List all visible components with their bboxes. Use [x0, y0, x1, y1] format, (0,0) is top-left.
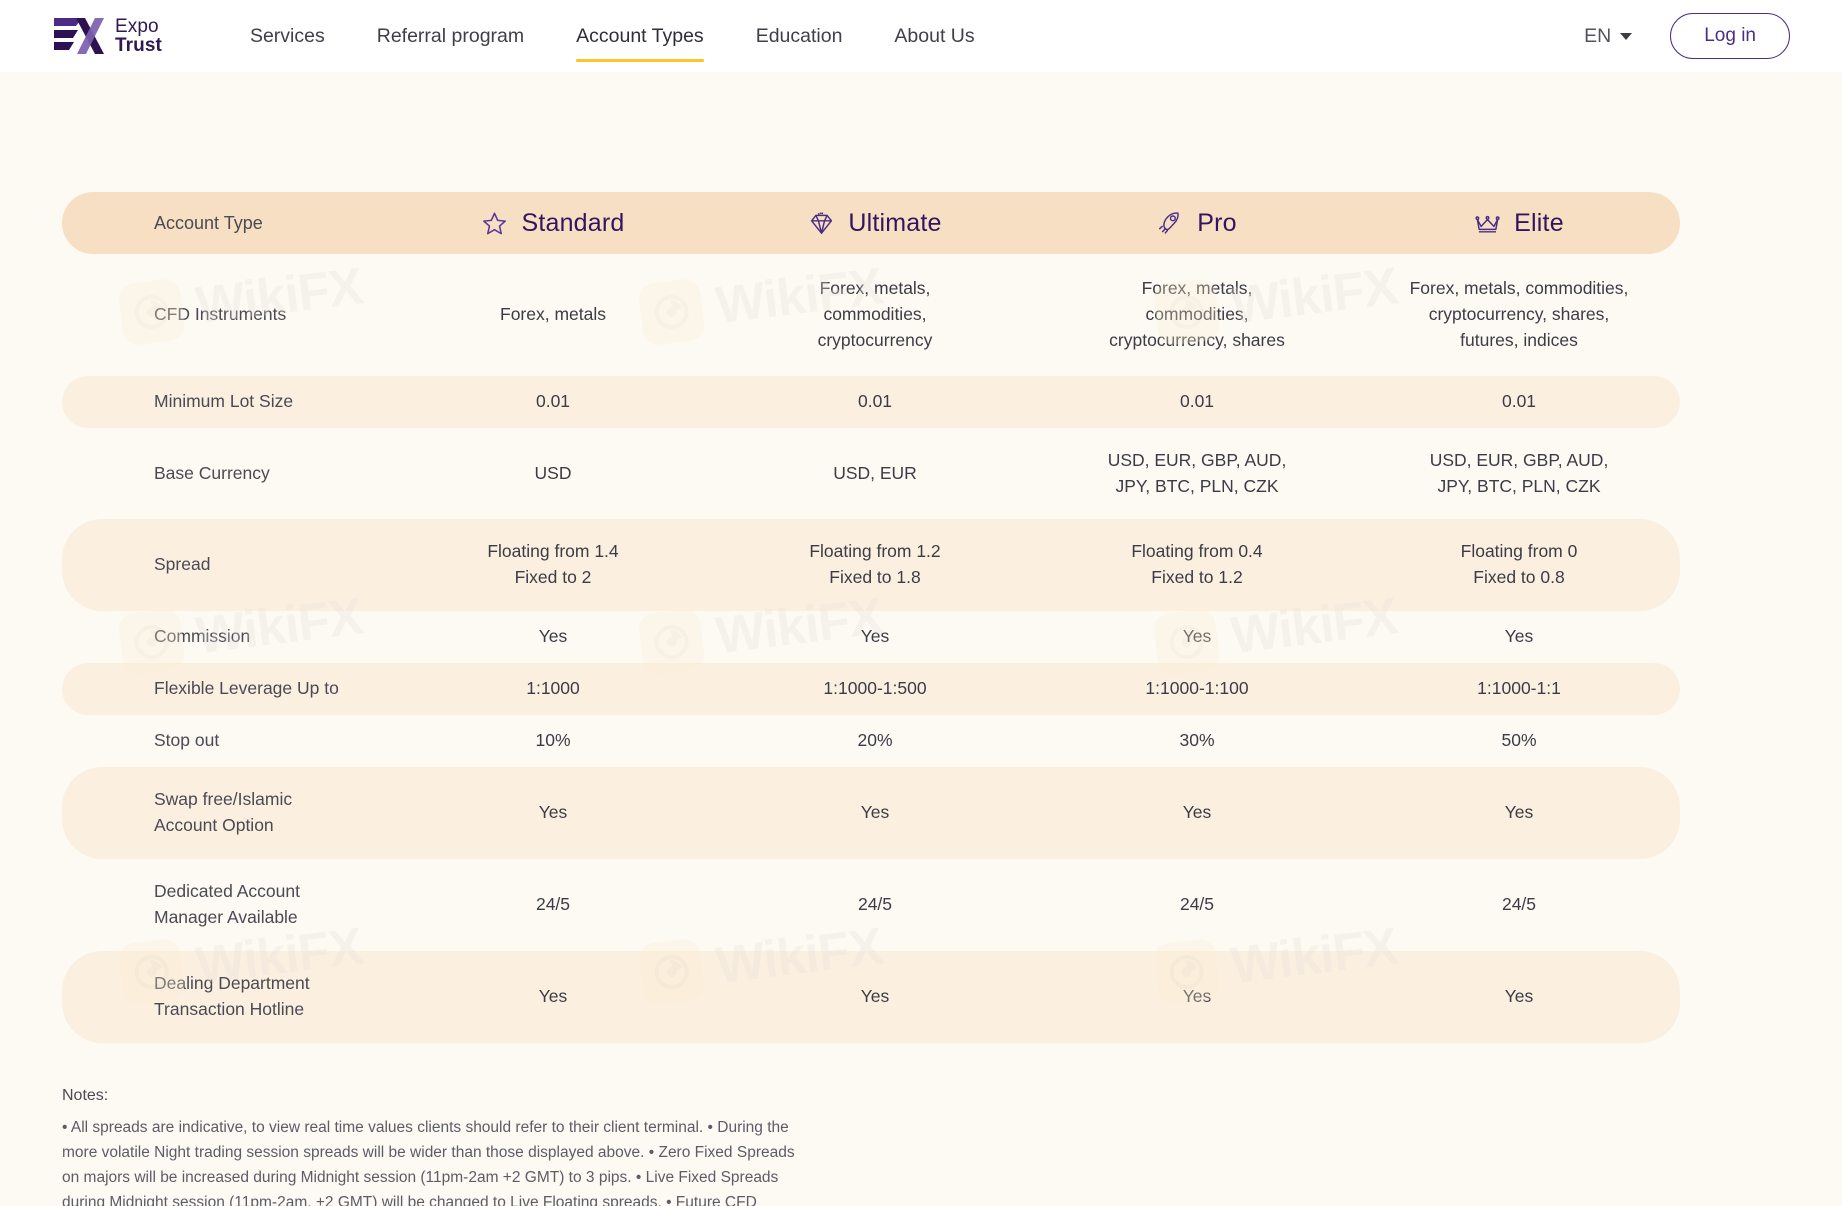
row-value-standard: USD — [534, 462, 572, 483]
ex-monogram-logo-icon — [54, 18, 104, 54]
notes-section: Notes: • All spreads are indicative, to … — [62, 1087, 1702, 1206]
plan-name-standard: Standard — [521, 208, 625, 237]
main-content: Account Type Standard Ultimate Pro Elite… — [0, 72, 1842, 1206]
main-navigation: Services Referral program Account Types … — [224, 21, 1001, 62]
table-row: Swap free/Islamic Account Option Yes Yes Yes… — [62, 767, 1680, 860]
notes-body: • All spreads are indicative, to view re… — [62, 1118, 795, 1206]
row-label: Stop out — [154, 730, 220, 751]
row-label: Dedicated Account Manager Available — [154, 881, 300, 927]
table-row: Dedicated Account Manager Available 24/5 24… — [62, 859, 1680, 951]
row-value-ultimate: 24/5 — [857, 893, 893, 914]
nav-item-account-types[interactable]: Account Types — [550, 21, 730, 62]
plan-column-elite[interactable]: Elite — [1358, 205, 1680, 242]
row-value-ultimate: Yes — [860, 985, 890, 1006]
row-label: Commission — [154, 626, 251, 647]
row-label: Flexible Leverage Up to — [154, 678, 339, 699]
row-value-elite: Yes — [1504, 802, 1534, 823]
chevron-down-icon — [1620, 32, 1633, 40]
header-actions: EN Log in — [1584, 13, 1790, 59]
diamond-icon — [811, 211, 833, 234]
nav-item-education[interactable]: Education — [730, 21, 869, 52]
nav-item-services[interactable]: Services — [224, 21, 351, 52]
row-value-ultimate: Yes — [860, 626, 890, 647]
row-value-pro: 1:1000-1:100 — [1145, 678, 1249, 699]
row-value-elite: Yes — [1504, 985, 1534, 1006]
row-value-elite: Yes — [1504, 626, 1534, 647]
row-value-standard: Yes — [538, 802, 568, 823]
row-value-ultimate: 0.01 — [857, 390, 893, 411]
row-value-pro: Yes — [1182, 626, 1212, 647]
row-value-elite: 0.01 — [1501, 390, 1537, 411]
row-value-standard: Yes — [538, 985, 568, 1006]
brand-line-2: Trust — [115, 35, 162, 56]
table-row: Minimum Lot Size 0.01 0.01 0.01 0.01 — [62, 375, 1680, 428]
table-row: Stop out 10% 20% 30% 50% — [62, 715, 1680, 767]
row-value-pro: Yes — [1182, 985, 1212, 1006]
row-label: Spread — [154, 554, 211, 575]
row-value-standard: Floating from 1.4 Fixed to 2 — [487, 541, 619, 588]
brand-logo[interactable]: Expo Trust — [52, 15, 162, 57]
crown-icon — [1475, 215, 1500, 233]
row-value-pro: 30% — [1179, 730, 1215, 751]
row-value-standard: 10% — [535, 730, 571, 751]
plan-name-ultimate: Ultimate — [848, 208, 942, 237]
row-label: CFD Instruments — [154, 303, 287, 324]
row-value-elite: Floating from 0 Fixed to 0.8 — [1460, 541, 1578, 588]
row-value-ultimate: 1:1000-1:500 — [823, 678, 927, 699]
notes-title: Notes: — [62, 1086, 109, 1104]
table-row: CFD Instruments Forex, metals Forex, metal… — [62, 254, 1680, 376]
row-value-ultimate: Yes — [860, 802, 890, 823]
plan-column-pro[interactable]: Pro — [1036, 205, 1358, 242]
row-value-standard: Yes — [538, 626, 568, 647]
row-value-standard: 24/5 — [535, 893, 571, 914]
table-header-row: Account Type Standard Ultimate Pro Elite — [62, 192, 1680, 254]
table-header-label: Account Type — [154, 212, 263, 233]
table-row: Base Currency USD USD, EUR USD, EUR, GBP, A… — [62, 428, 1680, 520]
plan-name-elite: Elite — [1514, 208, 1564, 237]
row-value-pro: USD, EUR, GBP, AUD, JPY, BTC, PLN, CZK — [1107, 449, 1287, 496]
row-label: Dealing Department Transaction Hotline — [154, 972, 310, 1019]
row-value-ultimate: 20% — [857, 730, 893, 751]
language-label: EN — [1584, 24, 1612, 47]
row-value-ultimate: Forex, metals, commodities, cryptocurrency — [817, 278, 933, 350]
row-value-ultimate: USD, EUR — [833, 462, 917, 483]
plan-column-ultimate[interactable]: Ultimate — [714, 205, 1036, 242]
row-label: Base Currency — [154, 462, 270, 483]
plan-column-standard[interactable]: Standard — [392, 205, 714, 242]
row-value-standard: Forex, metals — [500, 303, 606, 324]
brand-line-1: Expo — [115, 15, 159, 37]
table-row: Flexible Leverage Up to 1:1000 1:1000-1:50… — [62, 663, 1680, 716]
row-label: Minimum Lot Size — [154, 390, 294, 411]
row-value-elite: 50% — [1501, 730, 1537, 751]
table-row: Spread Floating from 1.4 Fixed to 2 Floatin… — [62, 519, 1680, 612]
row-value-pro: Yes — [1182, 802, 1212, 823]
nav-item-about-us[interactable]: About Us — [868, 21, 1000, 52]
language-selector[interactable]: EN — [1584, 24, 1633, 48]
row-value-elite: Forex, metals, commodities, cryptocurrenc… — [1409, 278, 1629, 350]
row-value-pro: 0.01 — [1179, 390, 1215, 411]
table-row: Commission Yes Yes Yes Yes — [62, 611, 1680, 663]
row-value-pro: Forex, metals, commodities, cryptocurrency… — [1109, 278, 1285, 350]
row-value-elite: 24/5 — [1501, 893, 1537, 914]
rocket-icon — [1159, 211, 1179, 234]
table-row: Dealing Department Transaction Hotline Yes… — [62, 950, 1680, 1043]
row-value-standard: 1:1000 — [526, 678, 580, 699]
nav-item-referral-program[interactable]: Referral program — [351, 21, 550, 52]
row-value-elite: USD, EUR, GBP, AUD, JPY, BTC, PLN, CZK — [1429, 449, 1609, 496]
brand-wordmark: Expo Trust — [115, 15, 162, 56]
row-value-pro: 24/5 — [1179, 893, 1215, 914]
star-icon — [483, 212, 507, 234]
row-value-ultimate: Floating from 1.2 Fixed to 1.8 — [809, 541, 941, 588]
account-types-table: Account Type Standard Ultimate Pro Elite… — [62, 192, 1680, 1043]
row-value-standard: 0.01 — [535, 390, 571, 411]
row-value-pro: Floating from 0.4 Fixed to 1.2 — [1131, 541, 1263, 588]
row-label: Swap free/Islamic Account Option — [154, 789, 293, 836]
site-header: Expo Trust Services Referral program Acc… — [0, 0, 1842, 72]
plan-name-pro: Pro — [1197, 208, 1237, 237]
table-body: CFD Instruments Forex, metals Forex, metal… — [62, 254, 1680, 1043]
row-value-elite: 1:1000-1:1 — [1477, 678, 1561, 699]
login-button[interactable]: Log in — [1670, 13, 1790, 59]
